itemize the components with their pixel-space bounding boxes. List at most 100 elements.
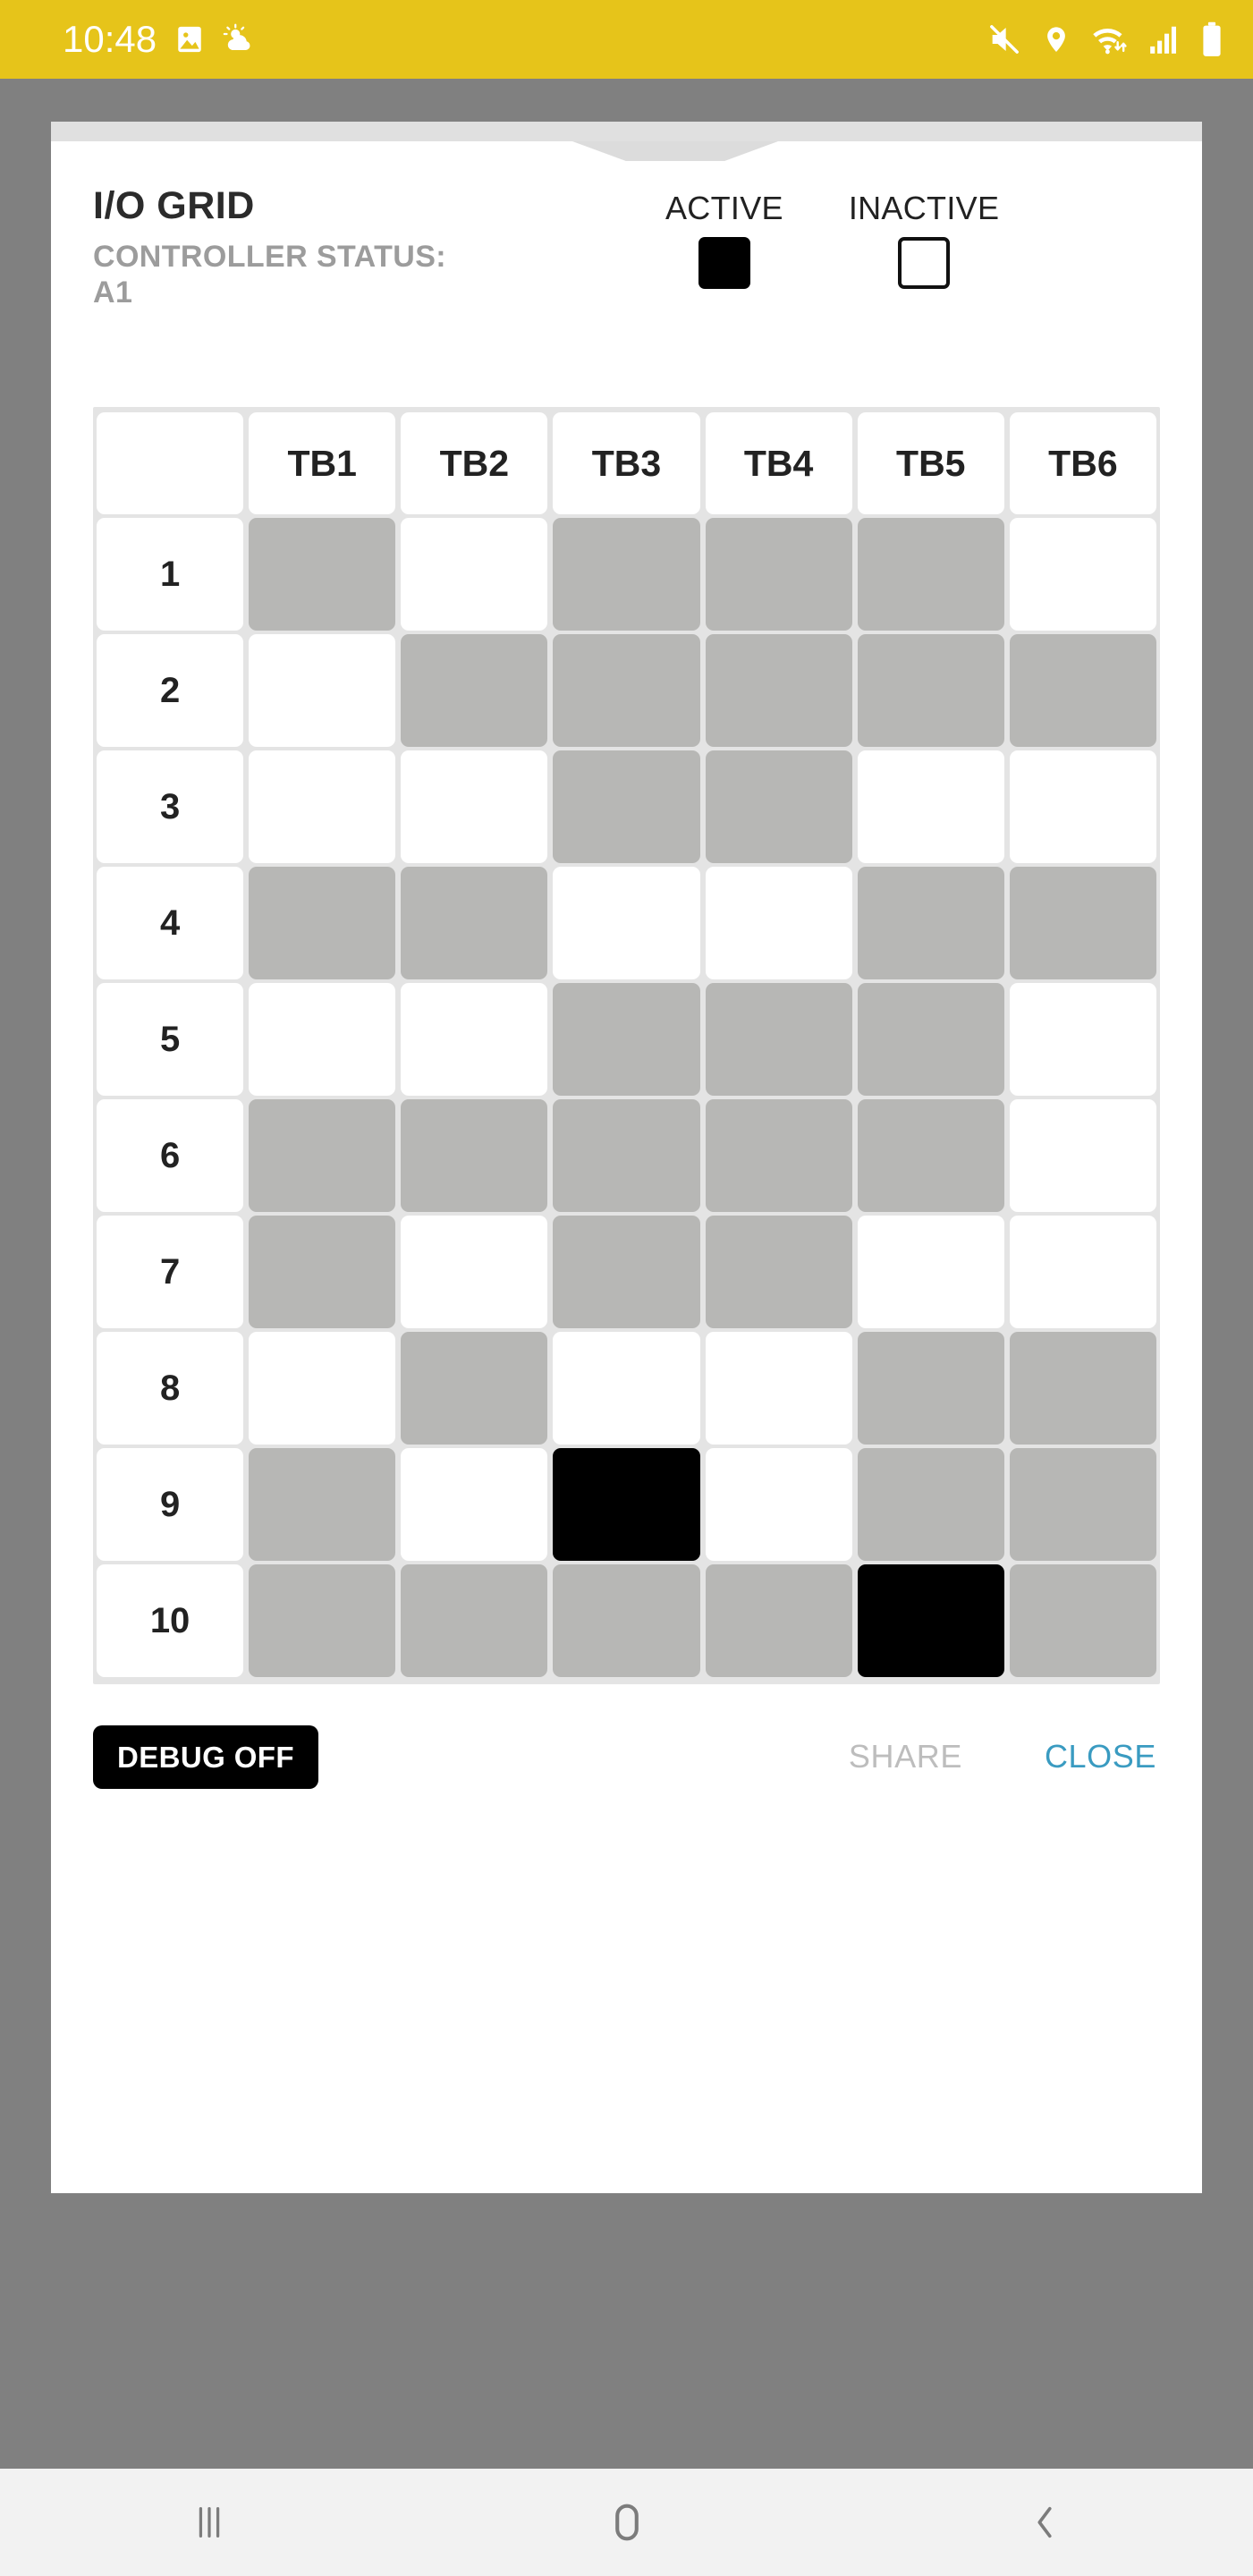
grid-cell-1-tb1[interactable] xyxy=(249,518,396,631)
debug-toggle-button[interactable]: DEBUG OFF xyxy=(93,1724,318,1789)
grid-cell-8-tb4[interactable] xyxy=(705,1332,852,1445)
action-bar: DEBUG OFF SHARE CLOSE xyxy=(93,1707,1160,1806)
grid-cell-6-tb6[interactable] xyxy=(1009,1099,1156,1213)
grid-cell-8-tb1[interactable] xyxy=(249,1332,396,1445)
grid-cell-5-tb6[interactable] xyxy=(1009,983,1156,1097)
grid-cell-6-tb3[interactable] xyxy=(553,1099,700,1213)
grid-cell-7-tb4[interactable] xyxy=(705,1216,852,1329)
wifi-icon xyxy=(1093,29,1127,55)
grid-row-label: 4 xyxy=(97,867,244,980)
recents-icon xyxy=(199,2507,219,2538)
grid-col-header-tb1: TB1 xyxy=(249,412,396,515)
status-clock: 10:48 xyxy=(63,18,157,60)
grid-cell-9-tb1[interactable] xyxy=(249,1448,396,1562)
status-bar-left: 10:48 xyxy=(63,21,255,58)
grid-cell-7-tb6[interactable] xyxy=(1009,1216,1156,1329)
grid-col-header-tb4: TB4 xyxy=(705,412,852,515)
grid-cell-2-tb1[interactable] xyxy=(249,634,396,748)
legend-label-active: ACTIVE xyxy=(665,190,783,226)
grid-cell-10-tb2[interactable] xyxy=(401,1564,548,1678)
grid-cell-4-tb4[interactable] xyxy=(705,867,852,980)
grid-body: 1 2 3 4 5 6 7 8 9 10 xyxy=(95,516,1158,1679)
grid-cell-10-tb3[interactable] xyxy=(553,1564,700,1678)
grid-cell-8-tb5[interactable] xyxy=(857,1332,1004,1445)
grid-row-label: 7 xyxy=(97,1216,244,1329)
share-button[interactable]: SHARE xyxy=(849,1738,962,1775)
android-nav-bar xyxy=(0,2469,1253,2576)
grid-cell-5-tb2[interactable] xyxy=(401,983,548,1097)
grid-cell-7-tb5[interactable] xyxy=(857,1216,1004,1329)
grid-cell-2-tb2[interactable] xyxy=(401,634,548,748)
grid-row: 8 xyxy=(95,1330,1158,1446)
grid-cell-8-tb6[interactable] xyxy=(1009,1332,1156,1445)
grid-cell-1-tb5[interactable] xyxy=(857,518,1004,631)
action-bar-right: SHARE CLOSE xyxy=(849,1738,1160,1775)
grid-cell-7-tb3[interactable] xyxy=(553,1216,700,1329)
io-grid-dialog: I/O GRID CONTROLLER STATUS: A1 ACTIVE IN… xyxy=(51,122,1202,2193)
grid-cell-2-tb4[interactable] xyxy=(705,634,852,748)
grid-cell-3-tb5[interactable] xyxy=(857,750,1004,864)
grid-col-header-tb6: TB6 xyxy=(1009,412,1156,515)
grid-cell-9-tb4[interactable] xyxy=(705,1448,852,1562)
grid-corner-cell xyxy=(97,412,244,515)
home-button[interactable] xyxy=(542,2469,712,2576)
grid-cell-10-tb4[interactable] xyxy=(705,1564,852,1678)
grid-cell-4-tb6[interactable] xyxy=(1009,867,1156,980)
grid-cell-6-tb5[interactable] xyxy=(857,1099,1004,1213)
grid-cell-1-tb3[interactable] xyxy=(553,518,700,631)
grid-cell-4-tb3[interactable] xyxy=(553,867,700,980)
grid-cell-7-tb2[interactable] xyxy=(401,1216,548,1329)
back-button[interactable] xyxy=(960,2469,1130,2576)
grid-row-label: 2 xyxy=(97,634,244,748)
grid-cell-6-tb2[interactable] xyxy=(401,1099,548,1213)
grid-cell-3-tb3[interactable] xyxy=(553,750,700,864)
grid-cell-1-tb6[interactable] xyxy=(1009,518,1156,631)
grid-row: 4 xyxy=(95,865,1158,981)
grid-cell-5-tb1[interactable] xyxy=(249,983,396,1097)
controller-status-value: A1 xyxy=(93,275,133,310)
grid-cell-6-tb4[interactable] xyxy=(705,1099,852,1213)
grid-cell-5-tb3[interactable] xyxy=(553,983,700,1097)
grid-cell-9-tb6[interactable] xyxy=(1009,1448,1156,1562)
legend-swatch-inactive xyxy=(898,237,951,289)
image-icon xyxy=(178,26,201,53)
grid-cell-2-tb3[interactable] xyxy=(553,634,700,748)
grid-cell-5-tb5[interactable] xyxy=(857,983,1004,1097)
grid-row-label: 5 xyxy=(97,983,244,1097)
recents-button[interactable] xyxy=(124,2469,294,2576)
grid-cell-10-tb1[interactable] xyxy=(249,1564,396,1678)
legend-item-inactive: INACTIVE xyxy=(849,190,999,289)
grid-cell-8-tb3[interactable] xyxy=(553,1332,700,1445)
grid-cell-4-tb2[interactable] xyxy=(401,867,548,980)
grid-cell-3-tb4[interactable] xyxy=(705,750,852,864)
legend: ACTIVE INACTIVE xyxy=(665,186,999,289)
status-bar: 10:48 xyxy=(0,0,1253,79)
grid-row: 6 xyxy=(95,1097,1158,1214)
grid-cell-8-tb2[interactable] xyxy=(401,1332,548,1445)
card-header: I/O GRID CONTROLLER STATUS: A1 ACTIVE IN… xyxy=(51,122,1202,310)
grid-cell-2-tb6[interactable] xyxy=(1009,634,1156,748)
grid-header-row: TB1 TB2 TB3 TB4 TB5 TB6 xyxy=(95,411,1158,516)
grid-cell-4-tb5[interactable] xyxy=(857,867,1004,980)
grid-cell-10-tb5[interactable] xyxy=(857,1564,1004,1678)
grid-cell-3-tb1[interactable] xyxy=(249,750,396,864)
battery-icon xyxy=(1203,21,1221,56)
card-content: I/O GRID CONTROLLER STATUS: A1 ACTIVE IN… xyxy=(51,122,1202,1806)
grid-cell-3-tb2[interactable] xyxy=(401,750,548,864)
grid-cell-7-tb1[interactable] xyxy=(249,1216,396,1329)
grid-cell-5-tb4[interactable] xyxy=(705,983,852,1097)
grid-cell-10-tb6[interactable] xyxy=(1009,1564,1156,1678)
grid-cell-1-tb4[interactable] xyxy=(705,518,852,631)
grid-cell-3-tb6[interactable] xyxy=(1009,750,1156,864)
close-button[interactable]: CLOSE xyxy=(1045,1738,1156,1775)
grid-col-header-tb2: TB2 xyxy=(401,412,548,515)
grid-cell-2-tb5[interactable] xyxy=(857,634,1004,748)
grid-cell-9-tb5[interactable] xyxy=(857,1448,1004,1562)
grid-col-header-tb5: TB5 xyxy=(857,412,1004,515)
grid-cell-9-tb3[interactable] xyxy=(553,1448,700,1562)
grid-cell-1-tb2[interactable] xyxy=(401,518,548,631)
mute-icon xyxy=(990,25,1019,54)
grid-cell-9-tb2[interactable] xyxy=(401,1448,548,1562)
grid-cell-4-tb1[interactable] xyxy=(249,867,396,980)
grid-cell-6-tb1[interactable] xyxy=(249,1099,396,1213)
